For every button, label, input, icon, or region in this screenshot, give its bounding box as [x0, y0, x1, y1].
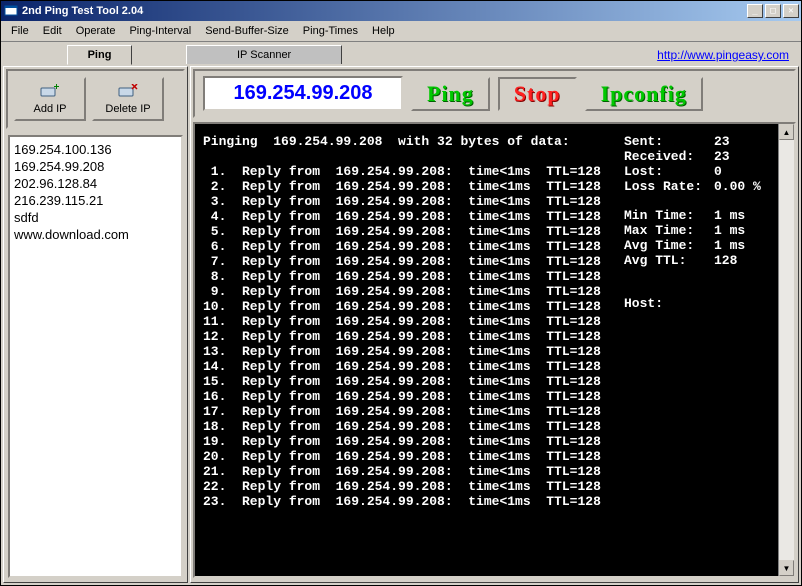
avgtime-label: Avg Time:: [624, 238, 714, 253]
sent-label: Sent:: [624, 134, 714, 149]
right-panel: 169.254.99.208 Ping Stop Ipconfig Pingin…: [190, 66, 799, 583]
menu-send-buffer-size[interactable]: Send-Buffer-Size: [199, 23, 295, 39]
avgtime-value: 1 ms: [714, 238, 745, 253]
titlebar: 2nd Ping Test Tool 2.04 _ □ ✕: [1, 1, 801, 21]
ip-toolbar: Add IP Delete IP: [6, 69, 185, 129]
maximize-button[interactable]: □: [765, 4, 781, 18]
host-label: Host:: [624, 296, 714, 311]
action-toolbar: 169.254.99.208 Ping Stop Ipconfig: [193, 69, 796, 118]
current-ip-display[interactable]: 169.254.99.208: [203, 76, 403, 111]
mintime-value: 1 ms: [714, 208, 745, 223]
scroll-up-button[interactable]: ▲: [779, 124, 794, 140]
received-label: Received:: [624, 149, 714, 164]
ip-list-item[interactable]: 169.254.100.136: [14, 141, 177, 158]
menu-file[interactable]: File: [5, 23, 35, 39]
ip-list-item[interactable]: 216.239.115.21: [14, 192, 177, 209]
menubar: File Edit Operate Ping-Interval Send-Buf…: [1, 21, 801, 42]
console-panel: Pinging 169.254.99.208 with 32 bytes of …: [193, 122, 796, 578]
lost-label: Lost:: [624, 164, 714, 179]
menu-ping-times[interactable]: Ping-Times: [297, 23, 364, 39]
tab-ip-scanner[interactable]: IP Scanner: [186, 45, 342, 64]
website-link[interactable]: http://www.pingeasy.com: [657, 48, 789, 62]
ip-list-item[interactable]: 202.96.128.84: [14, 175, 177, 192]
maxtime-label: Max Time:: [624, 223, 714, 238]
lost-value: 0: [714, 164, 722, 179]
ip-list-item[interactable]: sdfd: [14, 209, 177, 226]
stats-panel: Sent:23 Received:23 Lost:0 Loss Rate:0.0…: [618, 124, 778, 576]
stop-button[interactable]: Stop: [498, 77, 577, 111]
lossrate-value: 0.00 %: [714, 179, 761, 194]
window-title: 2nd Ping Test Tool 2.04: [22, 5, 747, 17]
ip-list-item[interactable]: www.download.com: [14, 226, 177, 243]
avgttl-value: 128: [714, 253, 737, 268]
ipconfig-button[interactable]: Ipconfig: [585, 77, 703, 111]
console-output[interactable]: Pinging 169.254.99.208 with 32 bytes of …: [195, 124, 618, 576]
lossrate-label: Loss Rate:: [624, 179, 714, 194]
scroll-track[interactable]: [779, 140, 794, 560]
add-ip-button[interactable]: Add IP: [14, 77, 86, 121]
app-icon: [3, 3, 19, 19]
add-ip-icon: [40, 84, 60, 101]
ping-button[interactable]: Ping: [411, 77, 490, 111]
menu-edit[interactable]: Edit: [37, 23, 68, 39]
avgttl-label: Avg TTL:: [624, 253, 714, 268]
menu-operate[interactable]: Operate: [70, 23, 122, 39]
delete-ip-label: Delete IP: [105, 103, 150, 115]
left-panel: Add IP Delete IP 169.254.100.136169.254.…: [3, 66, 188, 583]
console-scrollbar[interactable]: ▲ ▼: [778, 124, 794, 576]
delete-ip-button[interactable]: Delete IP: [92, 77, 164, 121]
scroll-down-button[interactable]: ▼: [779, 560, 794, 576]
tab-ping[interactable]: Ping: [67, 45, 133, 65]
sent-value: 23: [714, 134, 730, 149]
delete-ip-icon: [118, 84, 138, 101]
maxtime-value: 1 ms: [714, 223, 745, 238]
menu-help[interactable]: Help: [366, 23, 401, 39]
add-ip-label: Add IP: [33, 103, 66, 115]
menu-ping-interval[interactable]: Ping-Interval: [123, 23, 197, 39]
received-value: 23: [714, 149, 730, 164]
ip-list-item[interactable]: 169.254.99.208: [14, 158, 177, 175]
app-window: 2nd Ping Test Tool 2.04 _ □ ✕ File Edit …: [0, 0, 802, 586]
minimize-button[interactable]: _: [747, 4, 763, 18]
mintime-label: Min Time:: [624, 208, 714, 223]
ip-listbox[interactable]: 169.254.100.136169.254.99.208202.96.128.…: [8, 135, 183, 578]
close-button[interactable]: ✕: [783, 4, 799, 18]
